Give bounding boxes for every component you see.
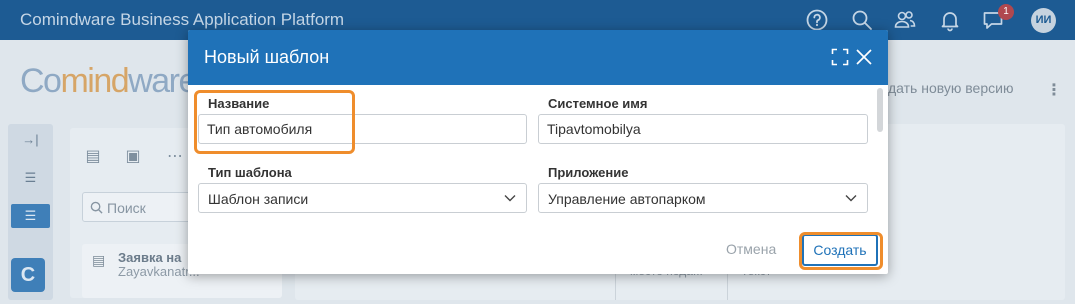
create-new-version-link[interactable]: дать новую версию: [888, 80, 1013, 96]
navigation-rail: →| ☰ ☰ C: [8, 124, 53, 300]
template-type-label: Тип шаблона: [208, 165, 292, 180]
logo-text-end: ware: [128, 62, 197, 100]
help-icon[interactable]: [805, 8, 829, 32]
create-button[interactable]: Создать: [802, 234, 878, 266]
bell-icon[interactable]: [938, 8, 962, 32]
search-placeholder: Поиск: [107, 200, 146, 216]
name-label: Название: [208, 96, 270, 111]
search-icon[interactable]: [850, 8, 874, 32]
template-type-value: Шаблон записи: [208, 191, 309, 207]
list-view-icon[interactable]: ☰: [11, 204, 50, 228]
notification-badge: 1: [998, 4, 1014, 20]
dialog-header: Новый шаблон: [188, 30, 888, 85]
logo-text-start: Co: [20, 62, 62, 100]
search-small-icon: [90, 201, 103, 214]
expand-panel-icon[interactable]: →|: [11, 128, 50, 152]
users-icon[interactable]: [893, 8, 917, 32]
application-value: Управление автопарком: [548, 191, 706, 207]
dialog-scrollbar[interactable]: [877, 88, 883, 132]
close-icon[interactable]: [855, 48, 873, 66]
chevron-down-icon: [504, 195, 516, 202]
system-name-field[interactable]: [538, 114, 868, 144]
list-item-icon: ▤: [92, 252, 106, 268]
user-template-icon[interactable]: ▣: [120, 144, 146, 170]
logo-text-mid: mind: [60, 62, 129, 100]
cancel-button[interactable]: Отмена: [726, 241, 776, 257]
application-label: Приложение: [548, 165, 629, 180]
record-template-icon[interactable]: ▤: [80, 144, 106, 170]
more-templates-icon[interactable]: ⋯: [162, 144, 188, 170]
template-type-select[interactable]: Шаблон записи: [198, 183, 527, 213]
system-name-label: Системное имя: [548, 96, 648, 111]
app-c-icon[interactable]: C: [11, 258, 45, 292]
name-field[interactable]: [198, 114, 527, 144]
app-title: Comindware Business Application Platform: [20, 10, 345, 29]
checklist-icon[interactable]: ☰: [11, 166, 50, 190]
comindware-logo[interactable]: Comindware: [20, 62, 197, 101]
application-select[interactable]: Управление автопарком: [538, 183, 868, 213]
chevron-down-icon: [845, 195, 857, 202]
user-avatar[interactable]: ИИ: [1031, 8, 1056, 33]
fullscreen-icon[interactable]: [831, 48, 849, 66]
new-template-dialog: Новый шаблон Название Системное имя Тип …: [188, 30, 888, 274]
template-item-title: Заявка на: [118, 250, 182, 265]
more-options-icon[interactable]: ⋮: [1046, 80, 1062, 100]
dialog-title: Новый шаблон: [204, 47, 330, 67]
